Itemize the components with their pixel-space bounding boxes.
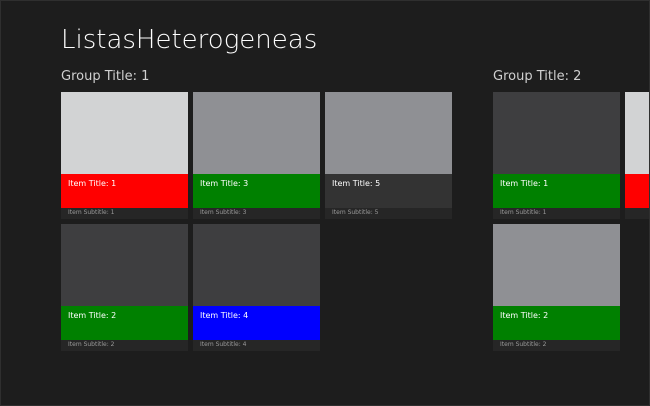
item-subtitle: Item Subtitle: 4 xyxy=(200,341,247,348)
item-title-bar xyxy=(625,174,649,208)
item-image xyxy=(493,224,620,306)
item-title: Item Title: 3 xyxy=(200,179,249,188)
item-title-bar: Item Title: 5 xyxy=(325,174,452,208)
item-title-bar: Item Title: 2 xyxy=(493,306,620,340)
item-subtitle: Item Subtitle: 1 xyxy=(68,209,115,216)
item-tile[interactable]: Item Title: 1 Item Subtitle: 1 xyxy=(61,92,188,219)
item-subtitle: Item Subtitle: 2 xyxy=(68,341,115,348)
item-title-bar: Item Title: 3 xyxy=(193,174,320,208)
item-subtitle-bar: Item Subtitle: 3 xyxy=(193,208,320,219)
item-title-bar: Item Title: 1 xyxy=(61,174,188,208)
item-title-bar: Item Title: 2 xyxy=(61,306,188,340)
item-tile[interactable]: Item Title: 3 Item Subtitle: 3 xyxy=(193,92,320,219)
item-subtitle: Item Subtitle: 5 xyxy=(332,209,379,216)
group-header-2[interactable]: Group Title: 2 xyxy=(493,69,581,84)
item-title: Item Title: 1 xyxy=(500,179,549,188)
page-title: ListasHeterogeneas xyxy=(61,25,318,55)
item-title: Item Title: 4 xyxy=(200,311,249,320)
item-tile[interactable]: Item Title: 4 Item Subtitle: 4 xyxy=(193,224,320,351)
item-tile[interactable]: Item Title: 5 Item Subtitle: 5 xyxy=(325,92,452,219)
item-tile[interactable]: Item Title: 1 Item Subtitle: 1 xyxy=(493,92,620,219)
item-subtitle-bar: Item Subtitle: 1 xyxy=(61,208,188,219)
item-image xyxy=(493,92,620,174)
item-subtitle: Item Subtitle: 1 xyxy=(500,209,547,216)
item-tile[interactable]: Item Title: 2 Item Subtitle: 2 xyxy=(61,224,188,351)
item-title-bar: Item Title: 1 xyxy=(493,174,620,208)
item-subtitle: Item Subtitle: 3 xyxy=(200,209,247,216)
item-image xyxy=(193,224,320,306)
item-subtitle-bar: Item Subtitle: 1 xyxy=(493,208,620,219)
item-title: Item Title: 2 xyxy=(500,311,549,320)
item-subtitle-bar: Item Subtitle: 2 xyxy=(61,340,188,351)
item-subtitle-bar xyxy=(625,208,649,219)
item-subtitle-bar: Item Subtitle: 5 xyxy=(325,208,452,219)
group-header-1[interactable]: Group Title: 1 xyxy=(61,69,149,84)
item-subtitle-bar: Item Subtitle: 2 xyxy=(493,340,620,351)
item-title: Item Title: 5 xyxy=(332,179,381,188)
item-subtitle: Item Subtitle: 2 xyxy=(500,341,547,348)
item-image xyxy=(193,92,320,174)
item-title-bar: Item Title: 4 xyxy=(193,306,320,340)
item-image xyxy=(61,224,188,306)
item-subtitle-bar: Item Subtitle: 4 xyxy=(193,340,320,351)
item-image xyxy=(61,92,188,174)
item-tile-partial[interactable] xyxy=(625,92,649,219)
item-tile[interactable]: Item Title: 2 Item Subtitle: 2 xyxy=(493,224,620,351)
item-image xyxy=(625,92,649,174)
item-image xyxy=(325,92,452,174)
app-window: ListasHeterogeneas Group Title: 1 Item T… xyxy=(0,0,650,406)
item-title: Item Title: 1 xyxy=(68,179,117,188)
item-title: Item Title: 2 xyxy=(68,311,117,320)
